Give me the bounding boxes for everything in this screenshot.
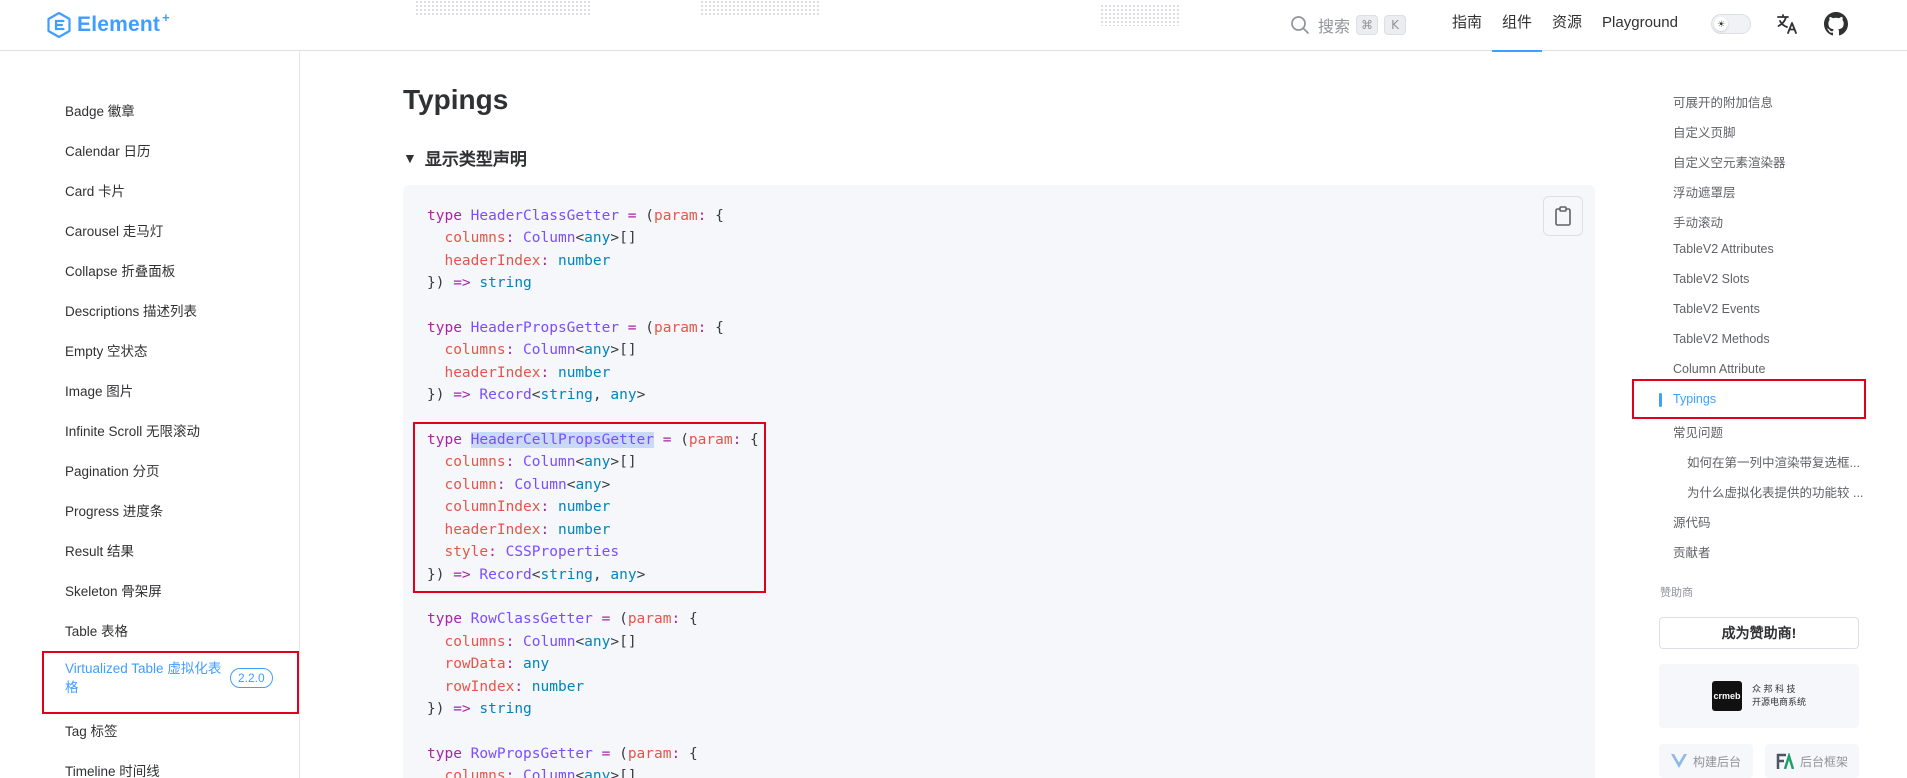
top-nav: 指南 组件 资源 Playground: [1442, 0, 1688, 52]
toc-item-tablev2-attributes[interactable]: TableV2 Attributes: [1673, 242, 1774, 256]
sidebar-item-calendar[interactable]: Calendar 日历: [65, 140, 151, 160]
highlight-box-sidebar: [42, 651, 299, 714]
toc-item-source[interactable]: 源代码: [1673, 512, 1711, 531]
brand-plus: +: [162, 9, 170, 25]
sidebar-item-tag[interactable]: Tag 标签: [65, 720, 118, 740]
crmeb-text: 众 邦 科 技 开源电商系统: [1752, 683, 1806, 709]
toc-item-tablev2-methods[interactable]: TableV2 Methods: [1673, 332, 1770, 346]
sidebar-item-pagination[interactable]: Pagination 分页: [65, 460, 160, 480]
top-header: Element + 搜索 ⌘ K 指南 组件 资源 Playground ☀: [0, 0, 1907, 52]
element-logo[interactable]: Element +: [47, 9, 174, 39]
sidebar-item-badge[interactable]: Badge 徽章: [65, 100, 135, 120]
highlight-box-toc: [1632, 379, 1866, 419]
sponsor-label: 赞助商: [1660, 587, 1693, 599]
crmeb-name: 众 邦 科 技: [1751, 684, 1796, 694]
sidebar-item-progress[interactable]: Progress 进度条: [65, 500, 163, 520]
sidebar-item-carousel[interactable]: Carousel 走马灯: [65, 220, 163, 240]
sidebar-item-collapse[interactable]: Collapse 折叠面板: [65, 260, 175, 280]
nav-component[interactable]: 组件: [1492, 0, 1543, 52]
sun-icon: ☀: [1714, 17, 1728, 31]
search-icon: [1291, 16, 1309, 34]
sidebar-item-table[interactable]: Table 表格: [65, 620, 128, 640]
nav-resource[interactable]: 资源: [1542, 0, 1592, 51]
toc-item-floating-overlay[interactable]: 浮动遮罩层: [1673, 182, 1736, 201]
element-logo-icon: [47, 12, 71, 38]
sidebar-item-infinite-scroll[interactable]: Infinite Scroll 无限滚动: [65, 420, 200, 440]
translate-icon[interactable]: [1775, 12, 1799, 36]
search-button[interactable]: 搜索 ⌘ K: [1290, 12, 1407, 38]
toc-item-tablev2-events[interactable]: TableV2 Events: [1673, 302, 1760, 316]
toc-item-expandable-info[interactable]: 可展开的附加信息: [1673, 92, 1773, 111]
sponsor-vue-admin[interactable]: 构建后台: [1659, 744, 1753, 778]
become-sponsor-button[interactable]: 成为赞助商!: [1659, 617, 1859, 649]
copy-code-button[interactable]: [1543, 196, 1583, 236]
sidebar-item-empty[interactable]: Empty 空状态: [65, 340, 148, 360]
toc-item-faq[interactable]: 常见问题: [1673, 422, 1723, 441]
sponsor-fantastic-admin[interactable]: 后台框架: [1765, 744, 1859, 778]
nav-guide[interactable]: 指南: [1442, 0, 1492, 51]
type-declaration-toggle[interactable]: ▼ 显示类型声明: [403, 145, 527, 170]
caret-down-icon: ▼: [403, 149, 417, 166]
sidebar-item-descriptions[interactable]: Descriptions 描述列表: [65, 300, 197, 320]
sidebar-item-result[interactable]: Result 结果: [65, 540, 134, 560]
crmeb-tagline: 开源电商系统: [1751, 697, 1806, 707]
github-icon[interactable]: [1824, 12, 1848, 36]
brand-name: Element: [77, 13, 161, 36]
page-title: Typings: [403, 84, 509, 115]
fa-logo-icon: [1776, 753, 1794, 769]
toc-item-contributors[interactable]: 贡献者: [1673, 542, 1711, 561]
toc-item-column-attribute[interactable]: Column Attribute: [1673, 362, 1765, 376]
toc-item-manual-scroll[interactable]: 手动滚动: [1673, 212, 1723, 231]
header-dot-pattern: [700, 0, 820, 16]
toc-item-custom-empty-renderer[interactable]: 自定义空元素渲染器: [1673, 152, 1786, 171]
sidebar-item-skeleton[interactable]: Skeleton 骨架屏: [65, 580, 162, 600]
nav-playground[interactable]: Playground: [1592, 0, 1688, 51]
toc-item-faq-checkbox[interactable]: 如何在第一列中渲染带复选框...: [1687, 452, 1860, 471]
toc-item-custom-footer[interactable]: 自定义页脚: [1673, 122, 1736, 141]
theme-toggle[interactable]: ☀: [1711, 14, 1751, 34]
sponsor-small-label: 构建后台: [1692, 754, 1741, 769]
header-dot-pattern: [1100, 4, 1180, 26]
header-dot-pattern: [415, 0, 590, 16]
search-placeholder: 搜索: [1318, 19, 1351, 36]
kbd-cmd: ⌘: [1356, 15, 1379, 35]
sponsor-small-label: 后台框架: [1799, 754, 1848, 769]
kbd-k: K: [1384, 15, 1407, 35]
crmeb-logo: crmeb: [1711, 681, 1742, 711]
sponsor-crmeb[interactable]: crmeb 众 邦 科 技 开源电商系统: [1659, 664, 1859, 728]
summary-label: 显示类型声明: [424, 150, 527, 169]
highlight-box-code: [413, 422, 766, 593]
sidebar-item-image[interactable]: Image 图片: [65, 380, 133, 400]
clipboard-icon: [1555, 206, 1571, 226]
sidebar-item-timeline[interactable]: Timeline 时间线: [65, 760, 160, 778]
toc-item-tablev2-slots[interactable]: TableV2 Slots: [1673, 272, 1749, 286]
vue-logo-icon: [1670, 754, 1687, 768]
sidebar-item-card[interactable]: Card 卡片: [65, 180, 125, 200]
toc-item-faq-features[interactable]: 为什么虚拟化表提供的功能较 ...: [1687, 482, 1863, 501]
